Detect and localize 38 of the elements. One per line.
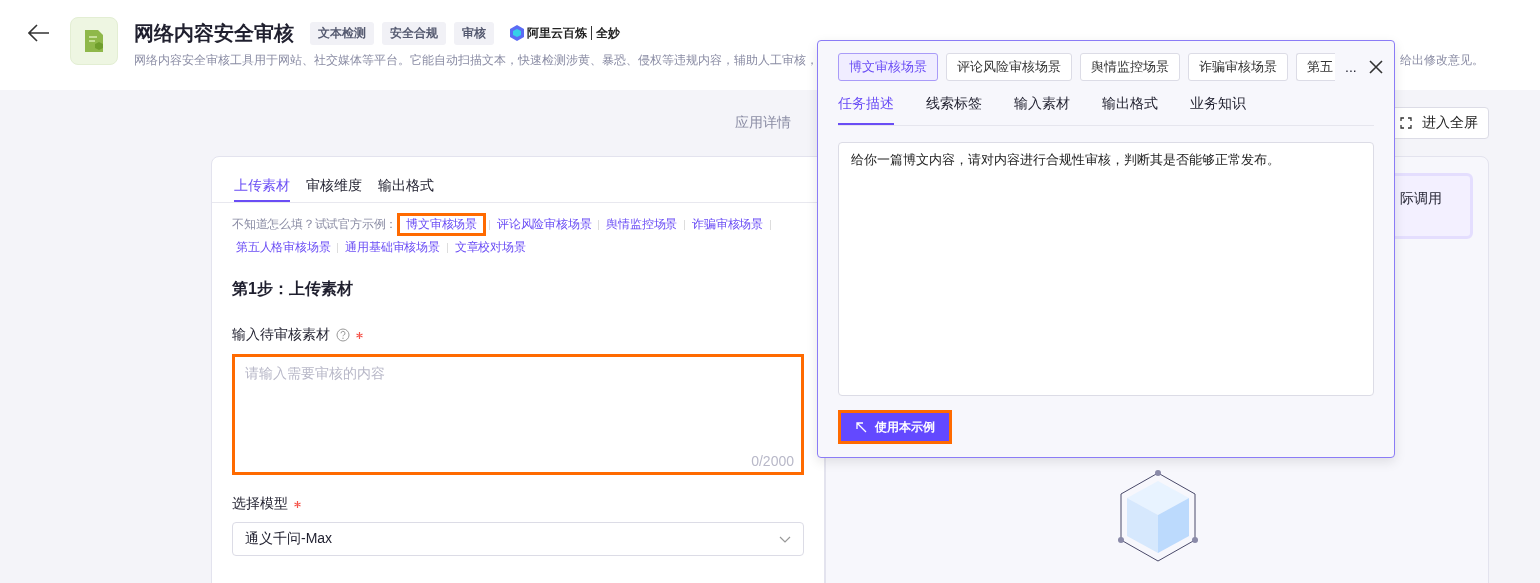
tab[interactable]: 审核维度 [306,177,362,202]
example-link[interactable]: 诈骗审核场景 [688,213,768,236]
character-counter: 0/2000 [751,453,794,469]
tab[interactable]: 任务描述 [838,95,894,125]
tab[interactable]: 输出格式 [378,177,434,202]
example-link[interactable]: 第五人格审核场景 [232,236,335,259]
example-link[interactable]: 博文审核场景 [397,213,486,236]
tab[interactable]: 输出格式 [1102,95,1158,125]
scenario-tab[interactable]: 诈骗审核场景 [1188,53,1288,81]
tab[interactable]: 线索标签 [926,95,982,125]
scenario-tab[interactable]: 第五 [1296,53,1335,81]
step-title: 第1步：上传素材 [232,279,354,299]
example-link[interactable]: 舆情监控场景 [602,213,682,236]
field-label: 选择模型 [232,495,288,513]
example-link[interactable]: 文章校对场景 [450,236,530,259]
example-link[interactable]: 评论风险审核场景 [493,213,596,236]
model-select[interactable]: 通义千问-Max [232,522,804,556]
tab[interactable]: 业务知识 [1190,95,1246,125]
example-link[interactable]: 通用基础审核场景 [341,236,444,259]
prompt-text-area[interactable]: 给你一篇博文内容，请对内容进行合规性审核，判断其是否能够正常发布。 [838,142,1374,396]
app-description: 给出修改意见。 [1400,52,1484,69]
scenario-tab[interactable]: 评论风险审核场景 [946,53,1072,81]
tab[interactable]: 输入素材 [1014,95,1070,125]
tab[interactable]: 上传素材 [234,177,290,202]
app-description: 网络内容安全审核工具用于网站、社交媒体等平台。它能自动扫描文本，快速检测涉黄、暴恐、侵权等违规内容，辅助人工审核， [134,52,818,69]
tag: 审核 [454,21,494,45]
card-text: 际调用 [1400,190,1442,206]
tag: 安全合规 [382,21,446,45]
scenario-tab[interactable]: 舆情监控场景 [1080,53,1180,81]
hint-text: 不知道怎么填？试试官方示例： [232,216,398,233]
brand-name: 阿里云百炼 [527,24,587,42]
field-label: 输入待审核素材 [232,326,330,344]
tag: 文本检测 [310,21,374,45]
use-example-button[interactable]: 使用本示例 [838,410,952,444]
more-button[interactable]: ... [1345,59,1357,75]
brand-sub: 全妙 [596,24,620,42]
app-title: 网络内容安全审核 [134,20,294,46]
scenario-tab[interactable]: 博文审核场景 [838,53,938,81]
